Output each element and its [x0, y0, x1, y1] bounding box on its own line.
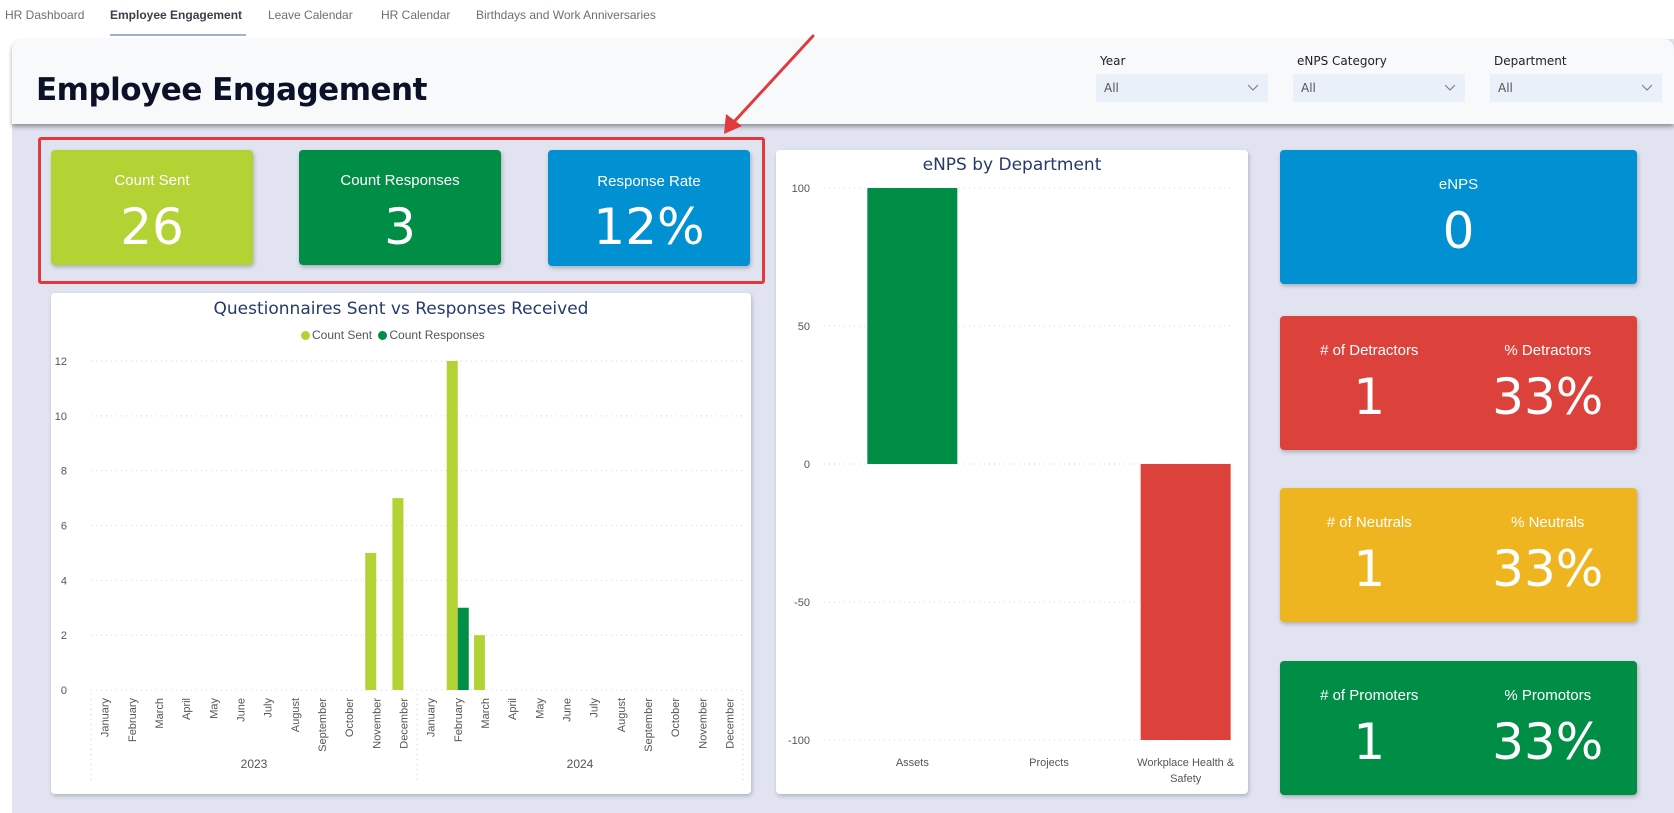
- detractors-count-label: # of Detractors: [1320, 342, 1419, 359]
- enps-card: eNPS 0: [1280, 150, 1637, 284]
- neutrals-pct-label: % Neutrals: [1511, 514, 1585, 531]
- enps-category-filter-label: eNPS Category: [1297, 54, 1387, 68]
- promoters-count-label: # of Promoters: [1320, 687, 1419, 704]
- y-tick-label: 0: [61, 685, 67, 697]
- neutrals-count-value: 1: [1353, 540, 1386, 598]
- bar-workplace-health-safety: [1140, 464, 1231, 740]
- bar-assets: [867, 188, 958, 464]
- x-tick-label: April: [181, 698, 193, 720]
- bar-count-responses: [457, 607, 469, 690]
- promoters-pct-value: 33%: [1492, 713, 1604, 771]
- year-filter-label: Year: [1100, 54, 1126, 68]
- tab-birthdays-work-anniversaries[interactable]: Birthdays and Work Anniversaries: [476, 8, 656, 22]
- x-tick-label: April: [507, 698, 519, 720]
- enps-by-department-plot: 100 50 0 -50 -100 Assets Projects Workplace Hea…: [788, 183, 1235, 785]
- x-tick-label: May: [208, 698, 220, 719]
- x-tick-label: February: [127, 698, 139, 743]
- sent-vs-responses-plot: 0 2 4 6 8 10 12 January February March April May Jun…: [55, 356, 744, 780]
- chevron-down-icon: [1248, 84, 1258, 91]
- detractors-pct-section: % Detractors 33%: [1459, 316, 1638, 450]
- x-tick-label: September: [643, 698, 655, 752]
- neutrals-card: # of Neutrals 1 % Neutrals 33%: [1280, 488, 1637, 622]
- department-filter-value: All: [1498, 81, 1513, 95]
- x-tick-label: June: [235, 698, 247, 722]
- x-tick-label: December: [724, 698, 736, 749]
- neutrals-count-section: # of Neutrals 1: [1280, 488, 1459, 622]
- chevron-down-icon: [1445, 84, 1455, 91]
- page-title: Employee Engagement: [36, 72, 427, 108]
- x-tick-label: January: [426, 698, 438, 738]
- y-tick-label: 8: [61, 466, 67, 478]
- enps-category-filter-value: All: [1301, 81, 1316, 95]
- x-tick-label: November: [697, 698, 709, 749]
- y-tick-label: 50: [798, 321, 810, 333]
- x-tick-label: August: [616, 698, 628, 732]
- enps-by-department-chart-card[interactable]: eNPS by Department 100 50 0 -50 -100 Assets Pr…: [776, 150, 1248, 794]
- x-tick-label: Projects: [1029, 757, 1069, 769]
- x-tick-label: June: [561, 698, 573, 722]
- bar-count-sent: [365, 552, 377, 690]
- enps-category-filter-dropdown[interactable]: All: [1293, 74, 1465, 102]
- x-tick-label: November: [371, 698, 383, 749]
- y-tick-label: 6: [61, 521, 67, 533]
- active-tab-indicator: [110, 34, 246, 36]
- annotation-highlight-box: [38, 137, 765, 284]
- department-filter-dropdown[interactable]: All: [1490, 74, 1662, 102]
- neutrals-pct-value: 33%: [1492, 540, 1604, 598]
- tab-leave-calendar[interactable]: Leave Calendar: [268, 8, 353, 22]
- department-filter-label: Department: [1494, 54, 1567, 68]
- tab-hr-dashboard[interactable]: HR Dashboard: [5, 8, 84, 22]
- promoters-pct-label: % Promotors: [1504, 687, 1592, 704]
- detractors-card: # of Detractors 1 % Detractors 33%: [1280, 316, 1637, 450]
- sent-vs-responses-chart-card[interactable]: Questionnaires Sent vs Responses Receive…: [51, 293, 751, 794]
- x-tick-label: September: [317, 698, 329, 752]
- y-tick-label: 12: [55, 356, 67, 368]
- x-tick-label: December: [398, 698, 410, 749]
- x-tick-label: Safety: [1170, 773, 1202, 785]
- y-tick-label: -100: [788, 735, 810, 747]
- y-tick-label: -50: [794, 597, 810, 609]
- x-tick-label: July: [589, 698, 601, 718]
- group-label: 2023: [241, 757, 268, 771]
- enps-label: eNPS: [1438, 176, 1479, 193]
- detractors-pct-value: 33%: [1492, 368, 1604, 426]
- x-tick-label: Workplace Health &: [1137, 757, 1235, 769]
- promoters-card: # of Promoters 1 % Promotors 33%: [1280, 661, 1637, 795]
- year-filter-value: All: [1104, 81, 1119, 95]
- tab-hr-calendar[interactable]: HR Calendar: [381, 8, 450, 22]
- neutrals-pct-section: % Neutrals 33%: [1459, 488, 1638, 622]
- detractors-count-value: 1: [1353, 368, 1386, 426]
- neutrals-count-label: # of Neutrals: [1326, 514, 1412, 531]
- x-tick-label: Assets: [896, 757, 930, 769]
- report-tabs: HR Dashboard Employee Engagement Leave C…: [0, 0, 1674, 38]
- detractors-pct-label: % Detractors: [1504, 342, 1592, 359]
- promoters-pct-section: % Promotors 33%: [1459, 661, 1638, 795]
- tab-employee-engagement[interactable]: Employee Engagement: [110, 8, 242, 22]
- x-tick-label: March: [154, 698, 166, 729]
- enps-value: 0: [1442, 202, 1475, 260]
- group-label: 2024: [567, 757, 594, 771]
- x-tick-label: August: [290, 698, 302, 732]
- y-tick-label: 2: [61, 630, 67, 642]
- year-filter-dropdown[interactable]: All: [1096, 74, 1268, 102]
- y-tick-label: 0: [804, 459, 810, 471]
- bar-count-sent: [473, 635, 485, 690]
- bar-count-sent: [392, 498, 404, 690]
- y-tick-label: 4: [61, 575, 67, 587]
- x-tick-label: July: [263, 698, 275, 718]
- x-tick-label: October: [344, 698, 356, 737]
- promoters-count-section: # of Promoters 1: [1280, 661, 1459, 795]
- y-tick-label: 100: [792, 183, 810, 195]
- chevron-down-icon: [1642, 84, 1652, 91]
- x-tick-label: January: [100, 698, 112, 738]
- detractors-count-section: # of Detractors 1: [1280, 316, 1459, 450]
- x-tick-label: March: [480, 698, 492, 729]
- y-tick-label: 10: [55, 411, 67, 423]
- x-tick-label: May: [534, 698, 546, 719]
- x-tick-label: October: [670, 698, 682, 737]
- bar-count-sent: [446, 361, 458, 690]
- x-tick-label: February: [453, 698, 465, 743]
- promoters-count-value: 1: [1353, 713, 1386, 771]
